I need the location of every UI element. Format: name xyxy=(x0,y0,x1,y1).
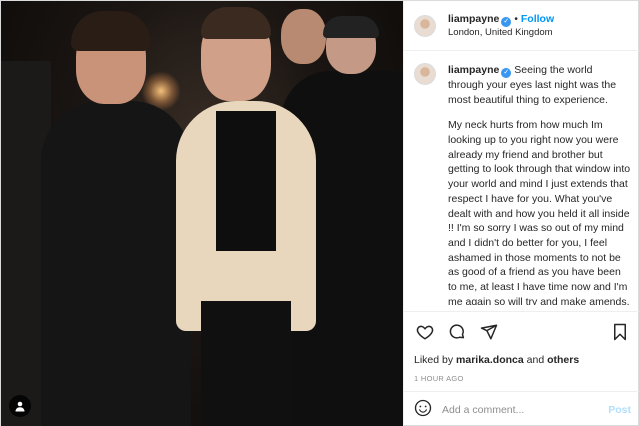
liked-by-prefix: Liked by xyxy=(414,354,454,366)
comment-icon[interactable] xyxy=(446,321,468,343)
action-bar: Liked by marika.donca and others 1 HOUR … xyxy=(404,311,639,383)
user-tag-icon[interactable] xyxy=(9,395,31,417)
likes-line: Liked by marika.donca and others xyxy=(414,354,631,366)
post-photo[interactable] xyxy=(1,1,403,426)
caption-avatar[interactable] xyxy=(414,63,436,85)
avatar[interactable] xyxy=(414,14,436,37)
instagram-post: liampayne ✓ • Follow London, United Kingdom… xyxy=(0,0,639,426)
caption-area: liampayne ✓ Seeing the world through your… xyxy=(404,53,639,305)
caption-username[interactable]: liampayne xyxy=(448,64,499,76)
post-sidebar: liampayne ✓ • Follow London, United Kingdom… xyxy=(403,1,639,426)
post-header: liampayne ✓ • Follow London, United Kingdom xyxy=(404,1,639,51)
action-icons xyxy=(414,320,631,344)
cap-shape xyxy=(323,16,379,38)
liked-by-others[interactable]: others xyxy=(547,354,579,366)
caption-text: liampayne ✓ Seeing the world through your… xyxy=(448,63,631,305)
bookmark-icon[interactable] xyxy=(609,321,631,343)
comment-box: Post xyxy=(404,391,639,426)
header-info: liampayne ✓ • Follow London, United Kingdom xyxy=(448,12,554,40)
caption-row: liampayne ✓ Seeing the world through your… xyxy=(414,63,631,305)
person-middle-shirt xyxy=(216,111,276,251)
person-left-hair xyxy=(71,11,151,51)
person-middle-trousers xyxy=(201,301,291,426)
header-username[interactable]: liampayne xyxy=(448,13,499,25)
post-timestamp[interactable]: 1 HOUR AGO xyxy=(414,374,631,383)
heart-icon[interactable] xyxy=(414,321,436,343)
person-middle-hair xyxy=(201,7,271,39)
separator-dot: • xyxy=(514,13,518,25)
follow-button[interactable]: Follow xyxy=(521,13,554,25)
liked-by-user[interactable]: marika.donca xyxy=(456,354,524,366)
person-back-head xyxy=(281,9,326,64)
person-left-suit xyxy=(41,101,191,426)
emoji-icon[interactable] xyxy=(414,399,432,420)
verified-badge-icon: ✓ xyxy=(501,16,512,27)
location-link[interactable]: London, United Kingdom xyxy=(448,27,554,40)
share-icon[interactable] xyxy=(478,321,500,343)
caption-body: My neck hurts from how much Im looking u… xyxy=(448,119,631,305)
verified-badge-icon: ✓ xyxy=(501,68,512,78)
comment-input[interactable] xyxy=(442,403,609,416)
liked-by-and: and xyxy=(526,354,545,366)
post-comment-button[interactable]: Post xyxy=(608,404,631,416)
